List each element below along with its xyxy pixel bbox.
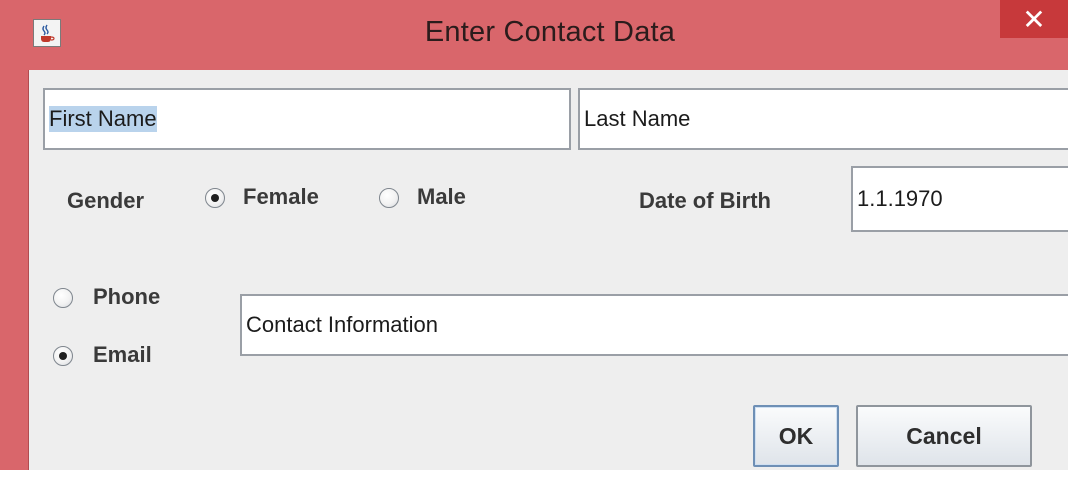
email-radio[interactable] bbox=[53, 346, 73, 366]
email-label[interactable]: Email bbox=[93, 342, 152, 368]
first-name-field[interactable]: First Name bbox=[43, 88, 571, 150]
date-of-birth-label: Date of Birth bbox=[639, 188, 771, 213]
last-name-field[interactable]: Last Name bbox=[578, 88, 1068, 150]
title-bar[interactable]: Enter Contact Data ✕ bbox=[0, 0, 1068, 70]
phone-label[interactable]: Phone bbox=[93, 284, 160, 310]
gender-label: Gender bbox=[67, 188, 145, 213]
close-button[interactable]: ✕ bbox=[1000, 0, 1068, 38]
dialog-content: First Name Last Name Gender Female Male … bbox=[28, 70, 1068, 470]
cancel-button[interactable]: Cancel bbox=[856, 405, 1032, 467]
contact-information-value: Contact Information bbox=[246, 312, 438, 337]
male-label[interactable]: Male bbox=[417, 184, 466, 210]
last-name-value: Last Name bbox=[584, 106, 691, 131]
first-name-value: First Name bbox=[49, 106, 157, 132]
male-radio[interactable] bbox=[379, 188, 399, 208]
close-icon: ✕ bbox=[1022, 3, 1046, 35]
ok-button[interactable]: OK bbox=[753, 405, 839, 467]
female-label[interactable]: Female bbox=[243, 184, 319, 210]
contact-information-field[interactable]: Contact Information bbox=[240, 294, 1068, 356]
dialog-window: Enter Contact Data ✕ First Name Last Nam… bbox=[0, 0, 1068, 470]
date-of-birth-field[interactable]: 1.1.1970 bbox=[851, 166, 1068, 232]
phone-radio[interactable] bbox=[53, 288, 73, 308]
window-title: Enter Contact Data bbox=[424, 16, 676, 48]
date-of-birth-value: 1.1.1970 bbox=[857, 186, 943, 211]
female-radio[interactable] bbox=[205, 188, 225, 208]
